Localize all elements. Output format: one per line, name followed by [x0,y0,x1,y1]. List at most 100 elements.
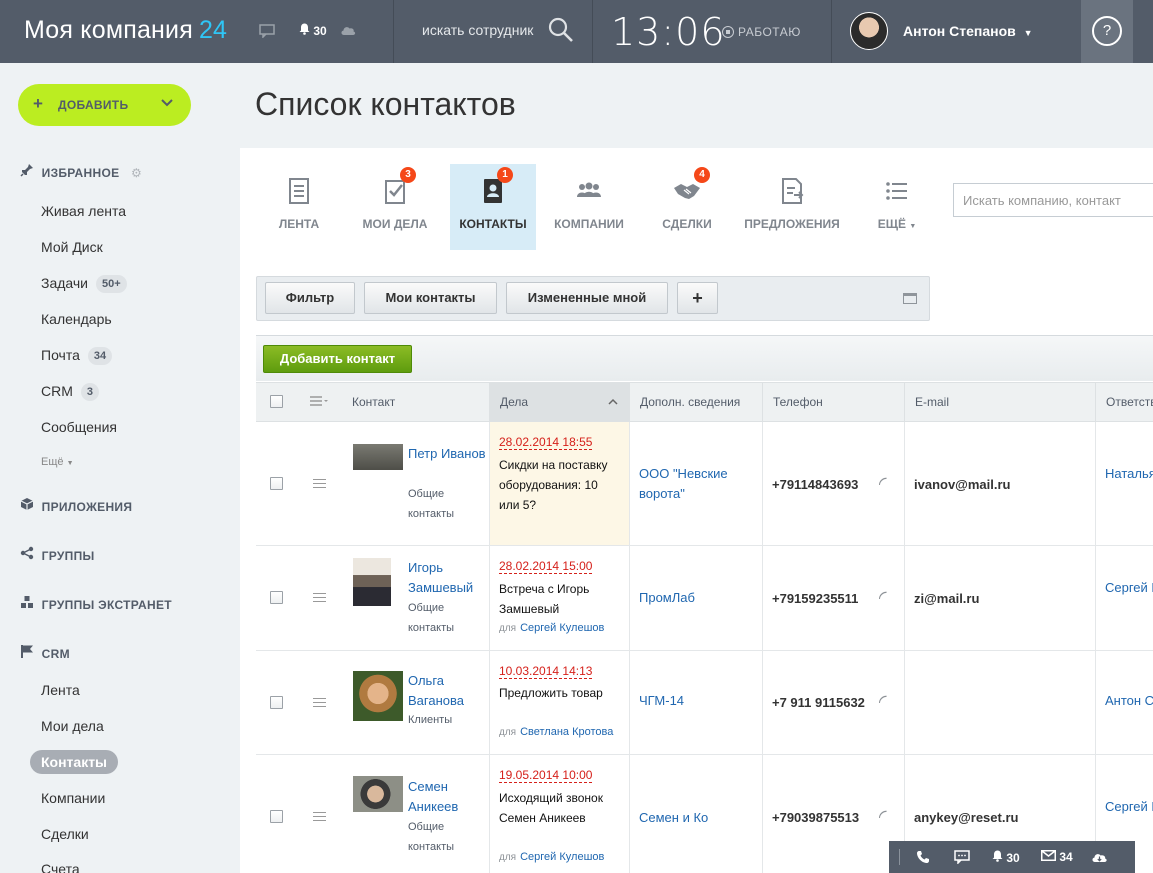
phone-number[interactable]: +79039875513 [772,810,859,825]
groups-section[interactable]: ГРУППЫ [20,546,95,563]
phone-number[interactable]: +79159235511 [772,591,858,606]
select-all-checkbox[interactable] [270,395,283,408]
crm-item-my-activities[interactable]: Мои дела [41,718,104,734]
activity-title[interactable]: Исходящий звонок Семен Аникеев [499,788,621,828]
crm-item-invoices[interactable]: Счета [41,861,80,873]
row-checkbox[interactable] [270,810,283,823]
extranet-section[interactable]: ГРУППЫ ЭКСТРАНЕТ [20,595,172,612]
row-checkbox[interactable] [270,696,283,709]
responsible-link[interactable]: Наталья Сергеевна [1105,464,1153,484]
apps-section[interactable]: ПРИЛОЖЕНИЯ [20,497,132,514]
brand-logo[interactable]: Моя компания 24 [24,16,227,45]
crm-item-feed[interactable]: Лента [41,682,80,698]
row-checkbox[interactable] [270,591,283,604]
notifications-button[interactable]: 30 [992,850,1020,865]
avatar[interactable] [850,12,888,50]
contact-photo[interactable] [353,671,403,721]
activity-date[interactable]: 28.02.2014 15:00 [499,559,593,574]
filter-button[interactable]: Фильтр [265,282,355,314]
sidebar-item-mail[interactable]: Почта 34 [41,347,113,365]
email-address[interactable]: zi@mail.ru [914,591,979,606]
table-row[interactable]: Ольга Ваганова Клиенты 10.03.2014 14:13 … [256,651,1153,755]
call-icon[interactable] [878,809,888,823]
row-menu-icon[interactable] [313,812,326,821]
crm-item-deals[interactable]: Сделки [41,826,89,842]
row-menu-icon[interactable] [313,698,326,707]
changed-by-me-filter-button[interactable]: Измененные мной [506,282,668,314]
work-status-button[interactable]: РАБОТАЮ [722,25,801,39]
activity-title[interactable]: Сикдки на поставку оборудования: 10 или … [499,455,621,515]
activity-date[interactable]: 19.05.2014 10:00 [499,768,593,783]
add-button[interactable]: + ДОБАВИТЬ [18,84,191,126]
tab-more[interactable]: ЕЩЁ ▼ [862,164,932,250]
company-link[interactable]: ООО "Невские ворота" [639,464,754,504]
sidebar-item-messages[interactable]: Сообщения [41,419,117,435]
search-icon[interactable] [548,17,574,48]
crm-item-contacts[interactable]: Контакты [30,750,119,774]
chat-icon[interactable] [954,850,970,867]
crm-item-companies[interactable]: Компании [41,790,105,806]
call-icon[interactable] [878,590,888,604]
add-filter-button[interactable]: + [677,282,718,314]
tab-contacts[interactable]: 1 КОНТАКТЫ [450,164,536,250]
employee-search-input[interactable]: искать сотрудник [422,22,533,38]
sidebar-item-disk[interactable]: Мой Диск [41,239,103,255]
email-address[interactable]: anykey@reset.ru [914,810,1018,825]
contact-photo[interactable] [353,558,391,606]
tab-feed[interactable]: ЛЕНТА [256,164,342,250]
call-icon[interactable] [878,694,888,708]
help-button[interactable]: ? [1081,0,1133,63]
notifications-button[interactable]: 30 [299,23,327,38]
company-link[interactable]: Семен и Ко [639,808,754,828]
column-phone[interactable]: Телефон [762,383,904,421]
row-checkbox[interactable] [270,477,283,490]
user-menu[interactable]: Антон Степанов ▼ [903,23,1033,39]
column-settings-button[interactable] [300,383,342,421]
email-address[interactable]: ivanov@mail.ru [914,477,1010,492]
cloud-icon[interactable] [340,24,356,39]
sidebar-item-calendar[interactable]: Календарь [41,311,112,327]
column-activities[interactable]: Дела [489,383,629,421]
responsible-link[interactable]: Сергей Кулешов [1105,797,1153,817]
company-link[interactable]: ЧГМ-14 [639,691,754,711]
activity-date[interactable]: 10.03.2014 14:13 [499,664,593,679]
responsible-link[interactable]: Антон Степанов [1105,691,1153,711]
sidebar-item-feed[interactable]: Живая лента [41,203,126,219]
add-contact-button[interactable]: Добавить контакт [263,345,412,373]
my-contacts-filter-button[interactable]: Мои контакты [364,282,497,314]
activity-date[interactable]: 28.02.2014 18:55 [499,435,593,450]
sidebar-item-crm[interactable]: CRM 3 [41,383,100,401]
table-row[interactable]: Петр Иванов Общие контакты 28.02.2014 18… [256,422,1153,546]
crm-search-input[interactable]: Искать компанию, контакт [953,183,1153,217]
contact-photo[interactable] [353,776,403,812]
phone-number[interactable]: +79114843693 [772,477,858,492]
gear-icon[interactable]: ⚙ [131,166,142,180]
column-additional-info[interactable]: Дополн. сведения [629,383,762,421]
phone-icon[interactable] [916,850,930,867]
clock[interactable]: 13:06 [611,10,726,54]
company-link[interactable]: ПромЛаб [639,588,754,608]
column-responsible[interactable]: Ответств [1095,383,1153,421]
maximize-icon[interactable] [903,293,917,304]
phone-number[interactable]: +7 911 9115632 [772,695,865,710]
contact-name-link[interactable]: Ольга Ваганова [408,671,486,711]
tab-deals[interactable]: 4 СДЕЛКИ [644,164,730,250]
cloud-icon[interactable] [1091,850,1108,866]
contact-name-link[interactable]: Игорь Замшевый [408,558,486,598]
mail-button[interactable]: 34 [1041,850,1073,864]
activity-title[interactable]: Встреча с Игорь Замшевый [499,579,621,619]
contact-name-link[interactable]: Петр Иванов [408,444,486,464]
sidebar-item-tasks[interactable]: Задачи 50+ [41,275,127,293]
favorites-section[interactable]: ИЗБРАННОЕ ⚙ [20,163,142,180]
column-contact[interactable]: Контакт [342,383,489,421]
contact-photo[interactable] [353,444,403,470]
row-menu-icon[interactable] [313,593,326,602]
contact-name-link[interactable]: Семен Аникеев [408,777,486,817]
activity-title[interactable]: Предложить товар [499,683,621,703]
chat-icon[interactable] [259,24,275,41]
crm-section[interactable]: CRM [20,644,70,661]
tab-companies[interactable]: КОМПАНИИ [546,164,632,250]
column-email[interactable]: E-mail [904,383,1095,421]
table-row[interactable]: Игорь Замшевый Общие контакты 28.02.2014… [256,546,1153,651]
sidebar-more[interactable]: Ещё ▼ [41,456,74,468]
